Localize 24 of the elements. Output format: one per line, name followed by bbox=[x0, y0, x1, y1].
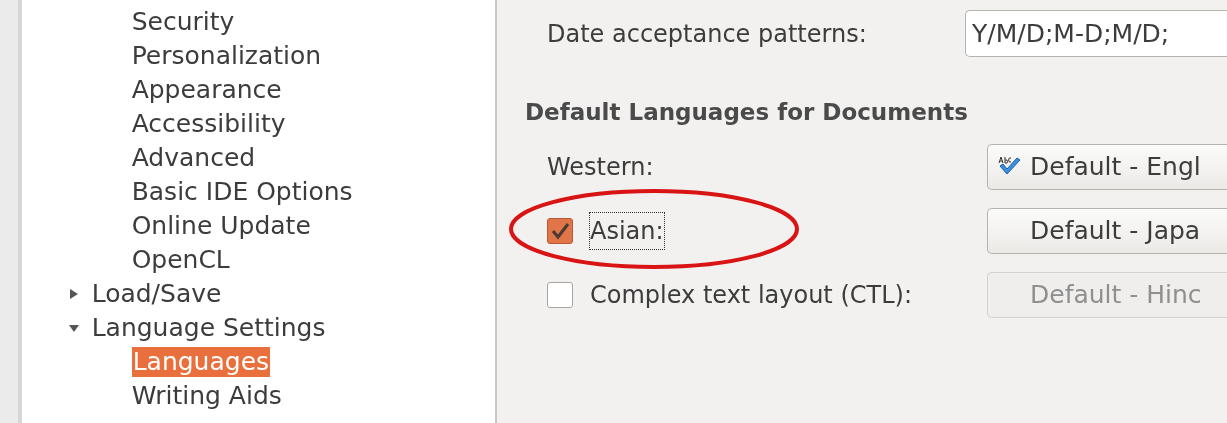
language-dropdown[interactable]: Default - Japa bbox=[987, 207, 1227, 254]
dropdown-value: Default - Japa bbox=[1030, 214, 1201, 247]
tree-item[interactable]: Basic IDE Options bbox=[131, 177, 353, 207]
checkbox[interactable] bbox=[547, 217, 573, 244]
tree-item[interactable]: Security bbox=[131, 7, 235, 37]
row-label: Western: bbox=[547, 151, 654, 183]
language-dropdown[interactable]: Default - Engl bbox=[987, 143, 1227, 190]
tree-item[interactable]: Advanced bbox=[131, 143, 256, 173]
tree-item[interactable]: Load/Save bbox=[91, 279, 222, 309]
field-label: Date acceptance patterns: bbox=[546, 18, 868, 50]
dropdown-value: Default - Hinc bbox=[1030, 278, 1202, 311]
section-heading: Default Languages for Documents bbox=[525, 98, 969, 127]
tree-item[interactable]: Accessibility bbox=[131, 109, 286, 139]
date-patterns-field[interactable]: Y/M/D;M-D;M/D; bbox=[965, 10, 1227, 57]
checkbox-label[interactable]: Asian: bbox=[590, 212, 664, 249]
tree-item[interactable]: Personalization bbox=[131, 41, 322, 71]
tree-item[interactable]: Language Settings bbox=[91, 313, 326, 343]
dropdown-value: Default - Engl bbox=[1030, 150, 1201, 183]
tree-item[interactable]: Appearance bbox=[131, 75, 282, 105]
caret-right-icon[interactable] bbox=[67, 288, 80, 300]
caret-down-icon[interactable] bbox=[67, 322, 80, 334]
tree-item[interactable]: Writing Aids bbox=[131, 381, 282, 411]
tree-item[interactable]: OpenCL bbox=[131, 245, 230, 275]
tree-item[interactable]: Online Update bbox=[131, 211, 311, 241]
